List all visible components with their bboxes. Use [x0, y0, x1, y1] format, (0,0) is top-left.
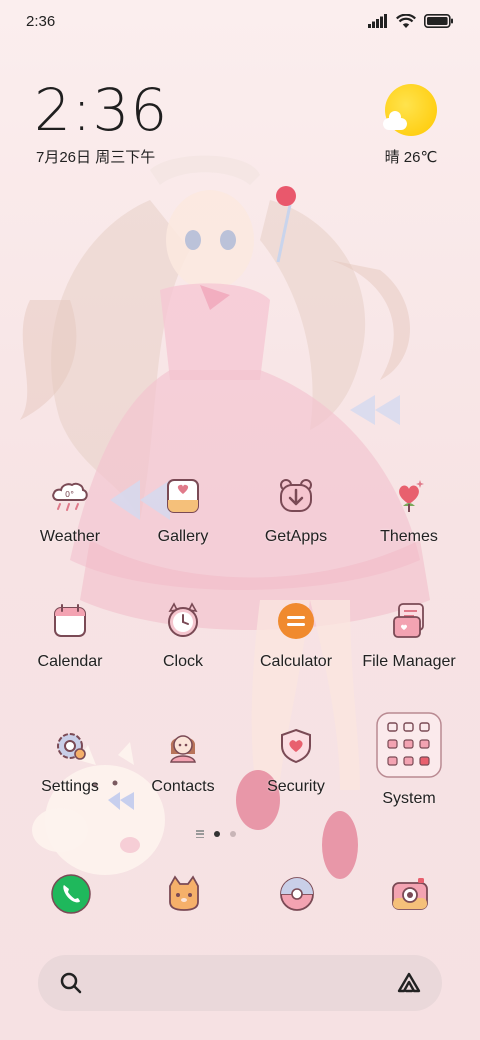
- themes-icon: [387, 474, 431, 518]
- contacts-icon: [161, 724, 205, 768]
- page-indicator[interactable]: [196, 830, 236, 838]
- assistant-icon[interactable]: [396, 970, 422, 996]
- app-label: Weather: [39, 528, 101, 545]
- app-label: Calendar: [37, 653, 103, 670]
- app-getapps[interactable]: GetApps: [241, 474, 351, 546]
- sun-cloud-icon: [383, 84, 437, 136]
- page-dot: [230, 831, 236, 837]
- weather-summary: 晴 26℃: [384, 149, 438, 166]
- app-label: Clock: [162, 653, 203, 670]
- getapps-icon: [274, 474, 318, 518]
- widget-time: 2:36: [34, 76, 169, 144]
- page-list-icon: [196, 830, 204, 838]
- file-manager-icon: [387, 599, 431, 643]
- app-label: Security: [267, 778, 325, 795]
- camera-icon: [392, 878, 428, 910]
- app-label: System: [382, 790, 436, 807]
- app-label: Gallery: [157, 528, 209, 545]
- cat-icon: [169, 875, 199, 911]
- status-bar: 2:36: [0, 0, 480, 42]
- app-label: GetApps: [264, 528, 328, 545]
- app-label: Themes: [380, 528, 438, 545]
- app-gallery[interactable]: Gallery: [128, 474, 238, 546]
- clock-icon: [161, 599, 205, 643]
- gallery-icon: [161, 474, 205, 518]
- weather-icon: 0°: [48, 474, 92, 518]
- app-calculator[interactable]: Calculator: [241, 599, 351, 671]
- calendar-icon: [48, 599, 92, 643]
- dock-phone[interactable]: [49, 872, 93, 916]
- browser-icon: [280, 877, 314, 911]
- settings-icon: [48, 724, 92, 768]
- app-label: Calculator: [259, 653, 333, 670]
- status-icons: [368, 13, 454, 29]
- page-dot-active: [214, 831, 220, 837]
- weather-widget[interactable]: 晴 26℃: [376, 84, 446, 167]
- svg-text:0°: 0°: [65, 490, 74, 499]
- phone-icon: [51, 874, 91, 914]
- app-calendar[interactable]: Calendar: [15, 599, 125, 671]
- battery-icon: [424, 14, 453, 28]
- security-icon: [274, 724, 318, 768]
- signal-icon: [368, 14, 387, 28]
- app-label: Contacts: [151, 778, 215, 795]
- app-label: Settings: [41, 778, 99, 795]
- search-icon: [60, 972, 82, 994]
- dock-browser[interactable]: [275, 872, 319, 916]
- app-file-manager[interactable]: File Manager: [354, 599, 464, 671]
- app-weather[interactable]: 0° Weather: [15, 474, 125, 546]
- app-settings[interactable]: Settings: [15, 724, 125, 796]
- wifi-icon: [396, 13, 416, 28]
- search-bar[interactable]: [38, 955, 442, 1011]
- app-system-folder[interactable]: System: [354, 712, 464, 808]
- status-time: 2:36: [26, 12, 56, 30]
- app-contacts[interactable]: Contacts: [128, 724, 238, 796]
- widget-date: 7月26日 周三下午: [36, 149, 156, 166]
- app-themes[interactable]: Themes: [354, 474, 464, 546]
- app-security[interactable]: Security: [241, 724, 351, 796]
- app-label: File Manager: [362, 653, 456, 670]
- clock-widget[interactable]: 2:36 7月26日 周三下午: [34, 78, 168, 167]
- system-folder-icon: [376, 712, 442, 778]
- dock-camera[interactable]: [388, 872, 432, 916]
- dock-cat-app[interactable]: [162, 872, 206, 916]
- app-clock[interactable]: Clock: [128, 599, 238, 671]
- calculator-icon: [274, 599, 318, 643]
